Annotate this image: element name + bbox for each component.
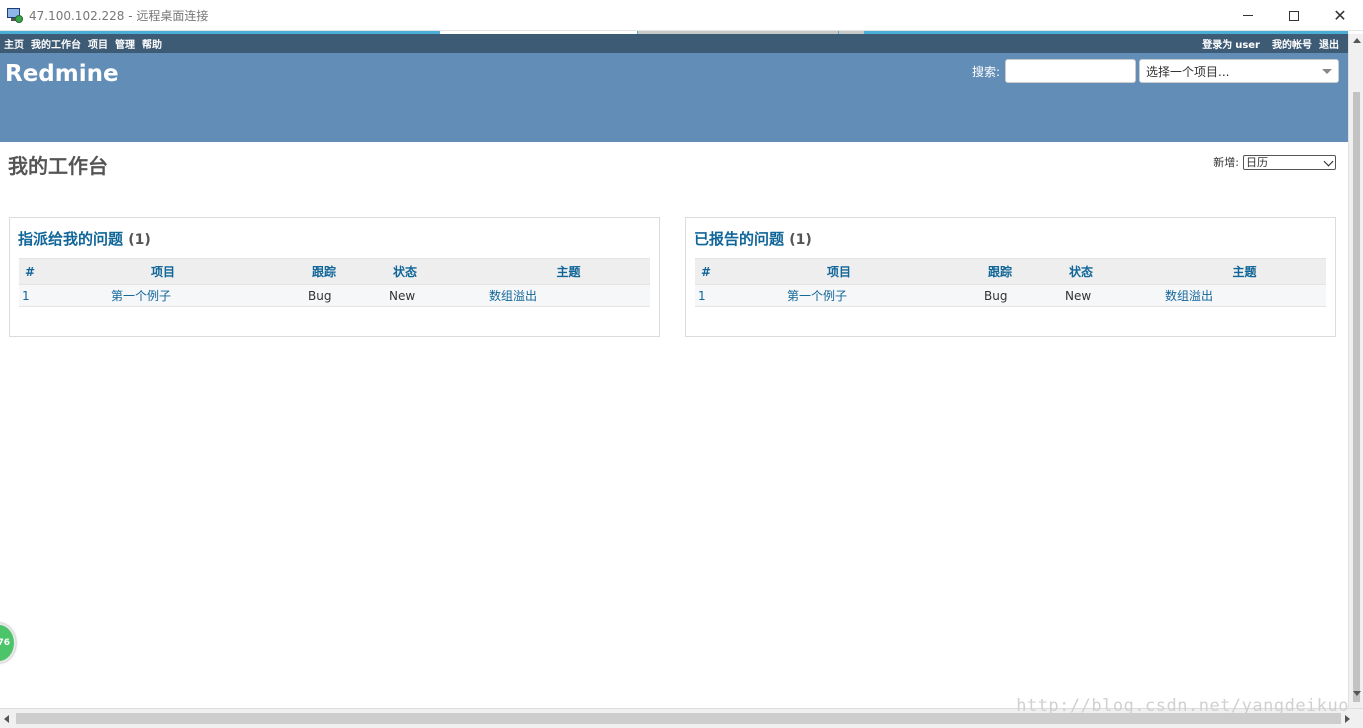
issue-status: New xyxy=(1055,284,1163,307)
column-header-project[interactable]: 项目 xyxy=(69,258,257,285)
close-icon: ✕ xyxy=(1333,6,1347,25)
issue-tracker: Bug xyxy=(933,284,1055,307)
top-menu-projects[interactable]: 项目 xyxy=(88,36,108,51)
column-header-status[interactable]: 状态 xyxy=(379,258,487,285)
column-header-project[interactable]: 项目 xyxy=(745,258,933,285)
assigned-issues-link[interactable]: 指派给我的问题 xyxy=(18,230,123,248)
scroll-left-icon[interactable] xyxy=(4,715,9,723)
watermark: http://blog.csdn.net/yangdeikuo xyxy=(1016,696,1349,716)
rdp-titlebar: 47.100.102.228 - 远程桌面连接 ✕ xyxy=(0,0,1363,31)
window-controls: ✕ xyxy=(1225,0,1363,31)
column-header-tracker[interactable]: 跟踪 xyxy=(257,258,379,285)
close-button[interactable]: ✕ xyxy=(1317,0,1363,31)
issue-project-link[interactable]: 第一个例子 xyxy=(745,284,933,307)
quick-search: 搜索: 选择一个项目... xyxy=(972,59,1339,83)
issue-project-link[interactable]: 第一个例子 xyxy=(69,284,257,307)
top-menu-home[interactable]: 主页 xyxy=(4,36,24,51)
vertical-scroll-thumb[interactable] xyxy=(1353,92,1360,702)
assigned-issues-count: (1) xyxy=(128,232,151,248)
project-select-value: 选择一个项目... xyxy=(1146,64,1230,79)
issue-id-link[interactable]: 1 xyxy=(19,284,69,307)
issue-id-link[interactable]: 1 xyxy=(695,284,745,307)
logged-in-prefix: 登录为 xyxy=(1202,40,1233,51)
add-block: 新增: 日历 xyxy=(1213,154,1336,170)
app-title: Redmine xyxy=(5,61,119,87)
main-content: 我的工作台 新增: 日历 指派给我的问题 (1) # 项目 跟踪 状态 主题 1… xyxy=(0,142,1348,708)
chevron-down-icon xyxy=(1322,69,1332,74)
table-row: 1 第一个例子 Bug New 数组溢出 xyxy=(695,284,1326,307)
scroll-right-icon[interactable] xyxy=(1345,715,1350,723)
column-header-subject[interactable]: 主题 xyxy=(1163,258,1326,285)
top-menu-left: 主页 我的工作台 项目 管理 帮助 xyxy=(0,36,169,51)
project-jump-select[interactable]: 选择一个项目... xyxy=(1139,59,1339,83)
column-header-status[interactable]: 状态 xyxy=(1055,258,1163,285)
assigned-issues-title: 指派给我的问题 (1) xyxy=(18,228,151,249)
vertical-scrollbar[interactable] xyxy=(1348,34,1363,708)
top-menu-my-page[interactable]: 我的工作台 xyxy=(31,36,81,51)
logout-link[interactable]: 退出 xyxy=(1319,36,1339,51)
top-menu-help[interactable]: 帮助 xyxy=(142,36,162,51)
search-input[interactable] xyxy=(1005,59,1136,83)
issue-status: New xyxy=(379,284,487,307)
assigned-issues-block: 指派给我的问题 (1) # 项目 跟踪 状态 主题 1 第一个例子 Bug Ne… xyxy=(9,217,660,337)
minimize-icon xyxy=(1243,15,1253,16)
chevron-down-icon xyxy=(1323,156,1334,166)
scroll-down-icon[interactable] xyxy=(1353,691,1361,696)
issue-subject-link[interactable]: 数组溢出 xyxy=(1163,284,1326,307)
remote-desktop-icon xyxy=(7,7,23,23)
top-menu: 主页 我的工作台 项目 管理 帮助 登录为 user 我的帐号 退出 xyxy=(0,34,1348,53)
reported-issues-title: 已报告的问题 (1) xyxy=(694,228,812,249)
add-block-select[interactable]: 日历 xyxy=(1243,154,1336,170)
table-row: 1 第一个例子 Bug New 数组溢出 xyxy=(19,284,650,307)
column-header-id[interactable]: # xyxy=(19,258,69,285)
column-header-id[interactable]: # xyxy=(695,258,745,285)
top-menu-administration[interactable]: 管理 xyxy=(115,36,135,51)
page-title: 我的工作台 xyxy=(8,154,108,178)
window-title: 47.100.102.228 - 远程桌面连接 xyxy=(29,8,209,23)
account-menu: 登录为 user 我的帐号 退出 xyxy=(1202,36,1348,51)
issue-tracker: Bug xyxy=(257,284,379,307)
maximize-icon xyxy=(1289,10,1299,21)
column-header-tracker[interactable]: 跟踪 xyxy=(933,258,1055,285)
reported-issues-link[interactable]: 已报告的问题 xyxy=(694,230,784,248)
search-label: 搜索: xyxy=(971,64,1000,79)
header: Redmine 搜索: 选择一个项目... xyxy=(0,53,1348,142)
user-link[interactable]: user xyxy=(1235,40,1260,51)
add-block-value: 日历 xyxy=(1246,156,1268,169)
add-block-label: 新增: xyxy=(1213,156,1239,169)
my-account-link[interactable]: 我的帐号 xyxy=(1272,36,1312,51)
assigned-issues-table: # 项目 跟踪 状态 主题 1 第一个例子 Bug New 数组溢出 xyxy=(19,258,650,307)
column-header-subject[interactable]: 主题 xyxy=(487,258,650,285)
scroll-up-icon[interactable] xyxy=(1353,38,1361,43)
reported-issues-count: (1) xyxy=(789,232,812,248)
reported-issues-table: # 项目 跟踪 状态 主题 1 第一个例子 Bug New 数组溢出 xyxy=(695,258,1326,307)
logged-in-as: 登录为 user xyxy=(1202,36,1260,51)
reported-issues-block: 已报告的问题 (1) # 项目 跟踪 状态 主题 1 第一个例子 Bug New xyxy=(685,217,1336,337)
issue-subject-link[interactable]: 数组溢出 xyxy=(487,284,650,307)
maximize-button[interactable] xyxy=(1271,0,1317,31)
minimize-button[interactable] xyxy=(1225,0,1271,31)
